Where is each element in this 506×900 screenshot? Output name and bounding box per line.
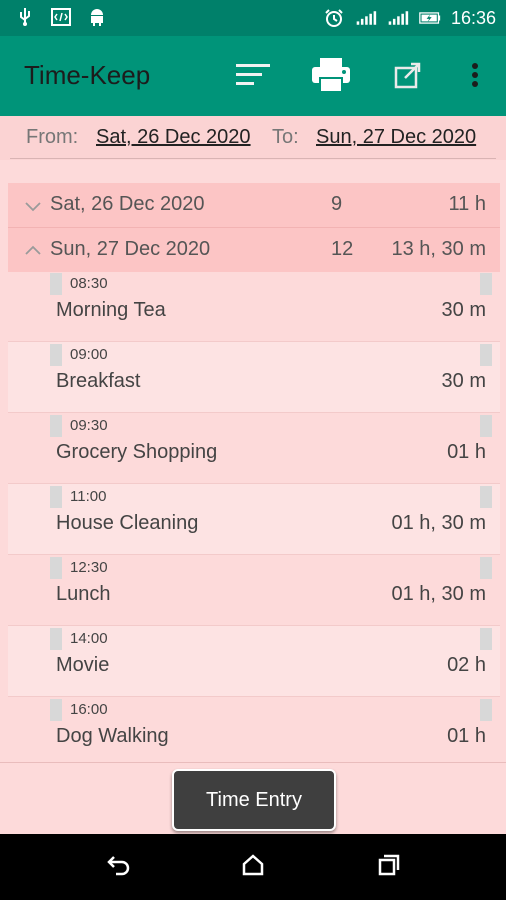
more-vert-icon xyxy=(471,62,479,93)
entry-duration: 02 h xyxy=(447,654,486,676)
entry-name: Breakfast xyxy=(56,370,141,392)
entry-name: Dog Walking xyxy=(56,725,169,747)
back-icon xyxy=(106,854,132,881)
alarm-icon xyxy=(323,7,345,29)
entry-color-marker xyxy=(480,486,492,508)
app-title: Time-Keep xyxy=(24,60,151,90)
signal-1-icon xyxy=(355,7,377,29)
entry-duration: 01 h xyxy=(447,441,486,463)
back-button[interactable] xyxy=(104,852,134,882)
chevron-up-icon xyxy=(24,240,44,260)
entry-time: 09:30 xyxy=(70,417,108,434)
entry-color-marker xyxy=(480,628,492,650)
entry-color-marker xyxy=(480,557,492,579)
app-bar: Time-Keep xyxy=(0,36,506,116)
to-label: To: xyxy=(272,126,299,148)
day-group-row[interactable]: Sun, 27 Dec 2020 12 13 h, 30 m xyxy=(8,228,500,272)
from-label: From: xyxy=(26,126,79,148)
entry-color-marker xyxy=(50,699,62,721)
entry-time: 08:30 xyxy=(70,275,108,292)
bottom-action-area: Time Entry xyxy=(0,762,506,834)
recents-button[interactable] xyxy=(374,852,404,882)
time-entry-row[interactable]: 09:00 Breakfast 30 m xyxy=(8,342,500,412)
signal-2-icon xyxy=(387,7,409,29)
more-options-button[interactable] xyxy=(452,54,498,100)
status-bar: 16:36 xyxy=(0,0,506,36)
entry-duration: 01 h xyxy=(447,725,486,747)
clock-time: 16:36 xyxy=(450,7,496,28)
entry-time: 14:00 xyxy=(70,630,108,647)
day-group-row[interactable]: Sat, 26 Dec 2020 9 11 h xyxy=(8,183,500,227)
group-count: 12 xyxy=(331,238,354,260)
range-divider xyxy=(10,158,496,159)
time-entry-row[interactable]: 09:30 Grocery Shopping 01 h xyxy=(8,413,500,483)
entry-color-marker xyxy=(480,344,492,366)
entry-time: 12:30 xyxy=(70,559,108,576)
system-nav-bar xyxy=(0,834,506,900)
share-button[interactable] xyxy=(386,54,432,100)
entry-color-marker xyxy=(480,415,492,437)
group-date: Sat, 26 Dec 2020 xyxy=(50,193,205,215)
entry-duration: 01 h, 30 m xyxy=(391,583,486,605)
group-total: 11 h xyxy=(448,193,486,215)
battery-charging-icon xyxy=(419,7,441,29)
entry-name: Grocery Shopping xyxy=(56,441,218,463)
android-icon xyxy=(86,6,108,28)
entry-color-marker xyxy=(50,557,62,579)
group-total: 13 h, 30 m xyxy=(391,238,486,260)
entry-name: Movie xyxy=(56,654,110,676)
from-date[interactable]: Sat, 26 Dec 2020 xyxy=(96,126,251,149)
debug-code-icon xyxy=(50,6,72,28)
time-entry-row[interactable]: 08:30 Morning Tea 30 m xyxy=(8,271,500,341)
time-entry-row[interactable]: 14:00 Movie 02 h xyxy=(8,626,500,696)
print-icon xyxy=(310,56,352,99)
recents-icon xyxy=(377,853,401,882)
sort-button[interactable] xyxy=(230,54,276,100)
entry-color-marker xyxy=(50,273,62,295)
sort-icon xyxy=(234,61,272,94)
entry-time: 16:00 xyxy=(70,701,108,718)
entry-color-marker xyxy=(50,344,62,366)
chevron-down-icon xyxy=(24,195,44,215)
entry-time: 09:00 xyxy=(70,346,108,363)
entry-name: Lunch xyxy=(56,583,111,605)
home-icon xyxy=(241,853,265,882)
share-icon xyxy=(393,60,425,95)
entry-duration: 01 h, 30 m xyxy=(391,512,486,534)
to-date[interactable]: Sun, 27 Dec 2020 xyxy=(316,126,476,149)
entry-duration: 30 m xyxy=(441,370,486,392)
group-date: Sun, 27 Dec 2020 xyxy=(50,238,211,260)
time-entry-row[interactable]: 11:00 House Cleaning 01 h, 30 m xyxy=(8,484,500,554)
print-button[interactable] xyxy=(308,54,354,100)
group-count: 9 xyxy=(331,193,343,215)
entry-color-marker xyxy=(480,699,492,721)
entry-time: 11:00 xyxy=(70,488,107,505)
entry-color-marker xyxy=(50,415,62,437)
time-entry-row[interactable]: 12:30 Lunch 01 h, 30 m xyxy=(8,555,500,625)
entry-color-marker xyxy=(480,273,492,295)
entry-color-marker xyxy=(50,486,62,508)
entry-color-marker xyxy=(50,628,62,650)
home-button[interactable] xyxy=(238,852,268,882)
date-range-bar: From: Sat, 26 Dec 2020 To: Sun, 27 Dec 2… xyxy=(0,116,506,160)
time-entry-row[interactable]: 16:00 Dog Walking 01 h xyxy=(8,697,500,761)
entry-name: House Cleaning xyxy=(56,512,199,534)
entry-name: Morning Tea xyxy=(56,299,166,321)
time-entry-button[interactable]: Time Entry xyxy=(172,769,336,831)
entry-duration: 30 m xyxy=(441,299,486,321)
usb-icon xyxy=(14,6,36,28)
